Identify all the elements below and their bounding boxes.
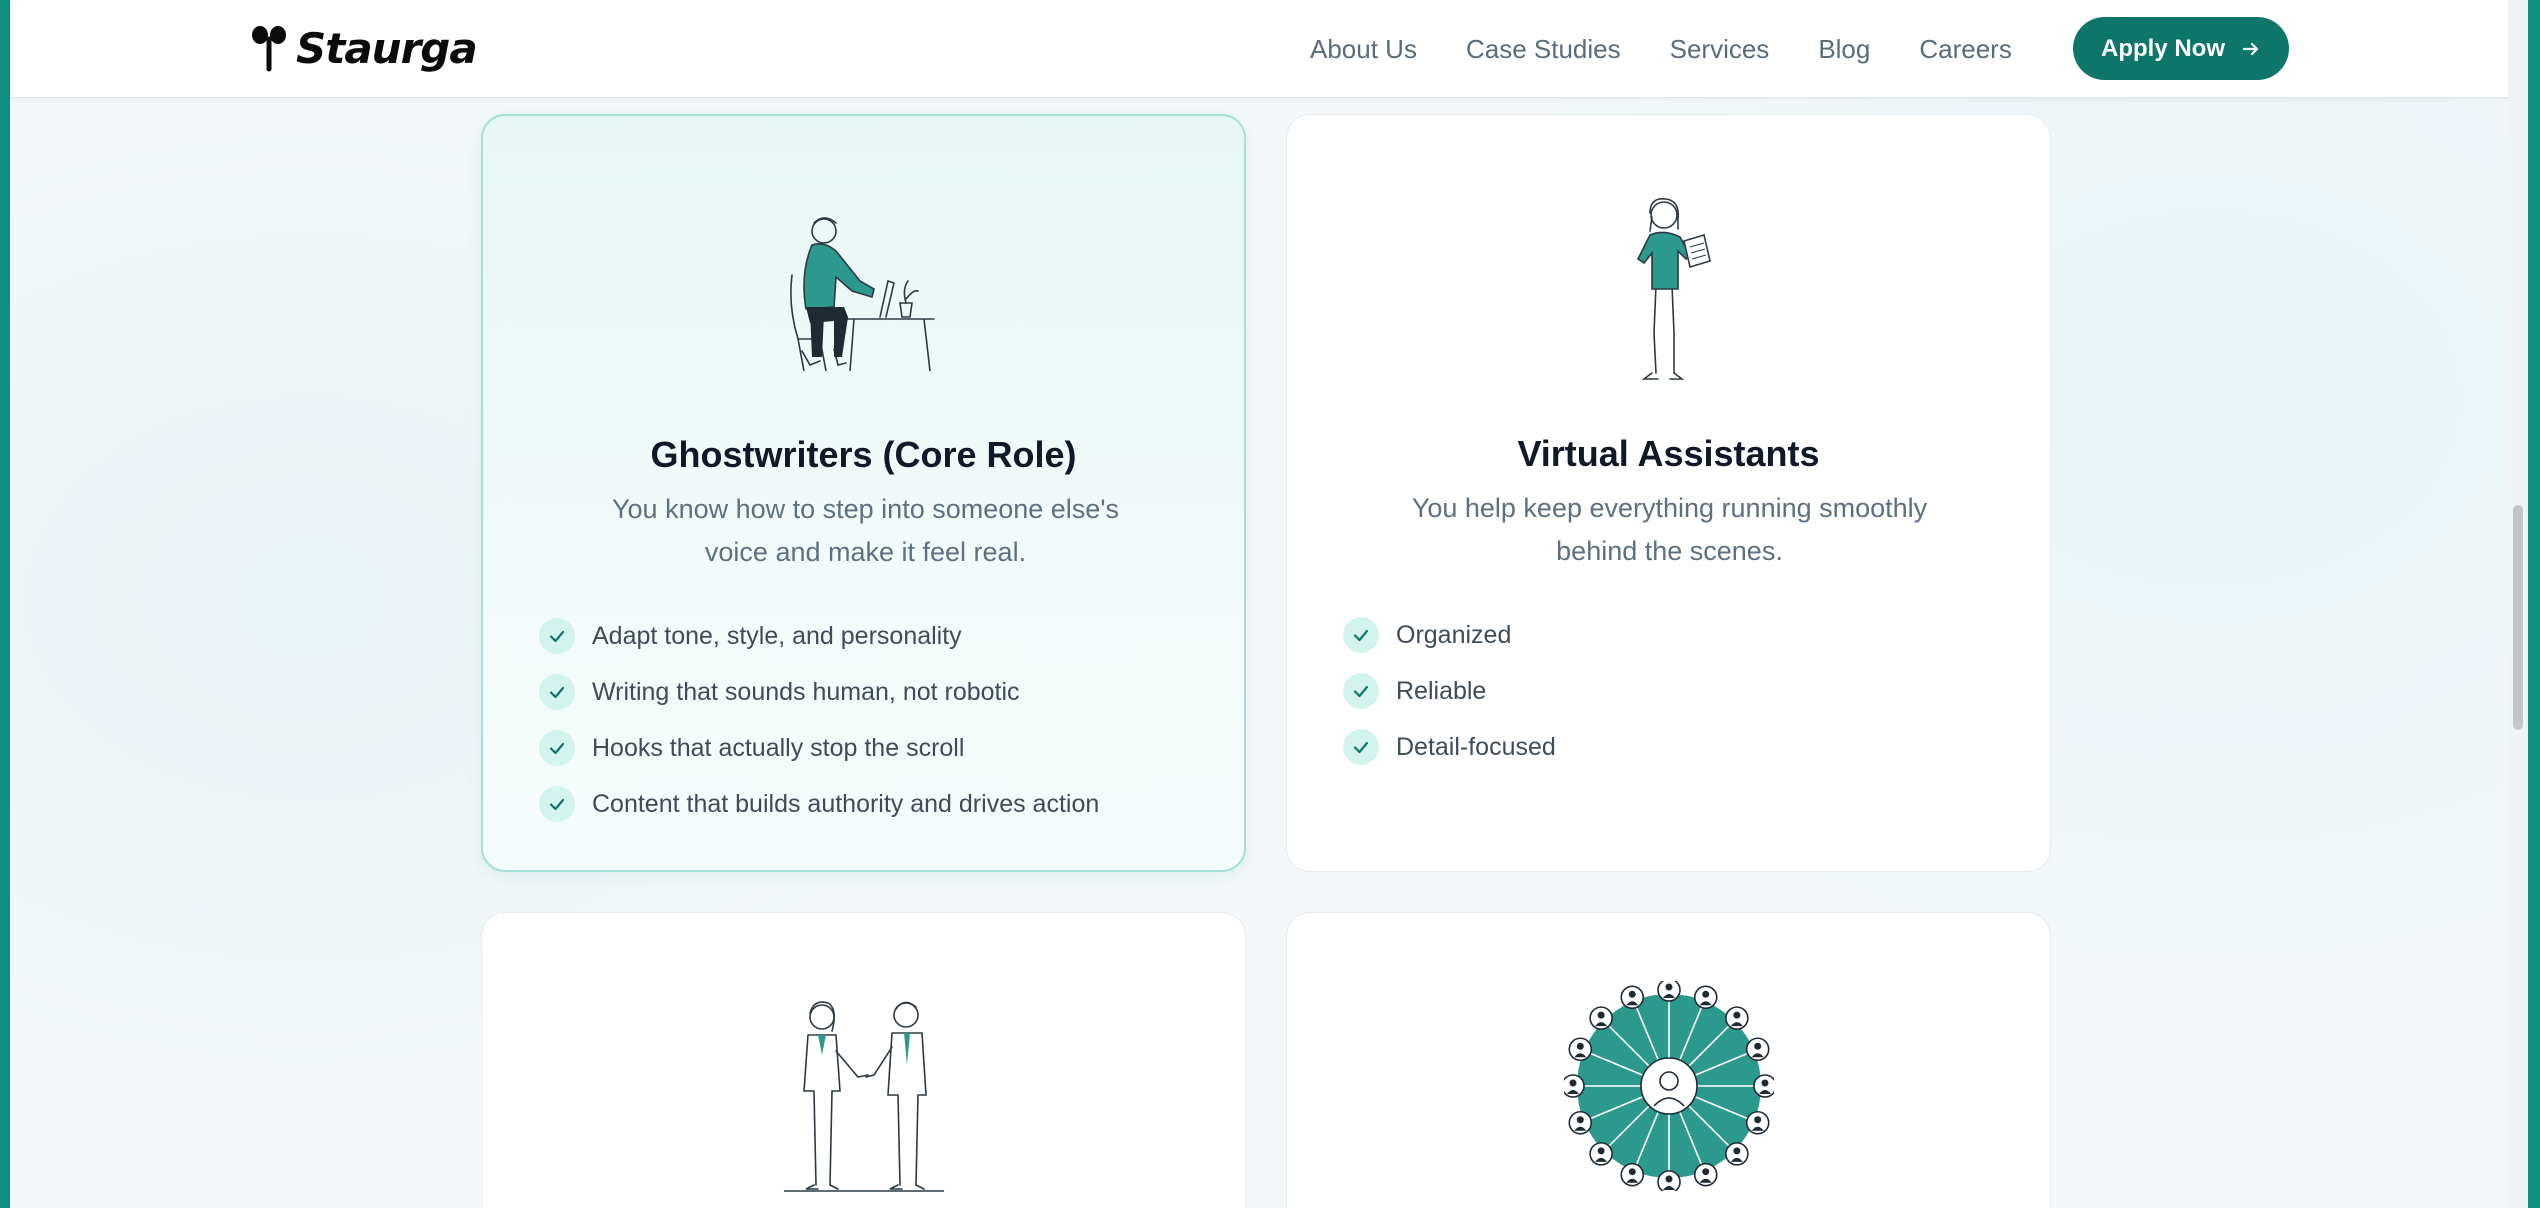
woman-with-clipboard-illustration (1636, 197, 1711, 380)
feature-list: Adapt tone, style, and personality Writi… (539, 608, 1099, 832)
feature-text: Adapt tone, style, and personality (592, 621, 962, 650)
card-title: Virtual Assistants (1517, 433, 1820, 474)
role-card-handshake[interactable] (481, 912, 1246, 1208)
network-node-icon (1563, 1074, 1585, 1098)
check-icon (539, 618, 575, 654)
network-node-icon (1745, 1037, 1769, 1062)
handshake-illustration (783, 1001, 944, 1192)
network-node-icon (1568, 1110, 1592, 1135)
network-node-icon (1588, 1142, 1613, 1166)
card-description-line: voice and make it feel real. (704, 537, 1027, 567)
card-description-line: You know how to step into someone else's (612, 494, 1119, 524)
nav-services[interactable]: Services (1670, 34, 1770, 65)
network-node-icon (1619, 1162, 1644, 1187)
network-node-icon (1724, 1006, 1749, 1030)
check-icon (1343, 729, 1379, 765)
feature-text: Hooks that actually stop the scroll (592, 733, 965, 762)
apply-now-button[interactable]: Apply Now (2073, 17, 2289, 80)
feature-item: Adapt tone, style, and personality (539, 608, 1099, 664)
scrollbar-thumb[interactable] (2513, 505, 2523, 730)
page-background (10, 98, 2508, 1208)
network-node-icon (1656, 1170, 1681, 1191)
check-icon (1343, 673, 1379, 709)
card-description-line: You help keep everything running smoothl… (1411, 493, 1928, 523)
card-title: Ghostwriters (Core Role) (650, 434, 1077, 475)
feature-item: Writing that sounds human, not robotic (539, 664, 1099, 720)
arrow-right-icon (2242, 42, 2259, 55)
nav-blog[interactable]: Blog (1818, 34, 1870, 65)
nav-careers[interactable]: Careers (1919, 34, 2011, 65)
person-at-desk-illustration (789, 217, 935, 371)
feature-text: Content that builds authority and drives… (592, 789, 1100, 818)
feature-text: Detail-focused (1396, 732, 1556, 761)
nav-case-studies[interactable]: Case Studies (1466, 34, 1621, 65)
check-icon (1343, 617, 1379, 653)
role-card-virtual-assistants[interactable]: Virtual Assistants You help keep everyth… (1286, 114, 2051, 872)
role-card-network[interactable] (1286, 912, 2051, 1208)
window-frame-right (2528, 0, 2540, 1208)
apply-now-label: Apply Now (2101, 34, 2225, 62)
card-description: You help keep everything running smoothl… (1387, 487, 1952, 573)
card-description-line: behind the scenes. (1556, 536, 1783, 566)
check-icon (539, 730, 575, 766)
network-node-icon (1724, 1142, 1749, 1166)
network-circle-illustration (1563, 981, 1774, 1191)
check-icon (539, 786, 575, 822)
feature-item: Detail-focused (1343, 719, 1556, 775)
feature-list: Organized Reliable Detail-focused (1343, 607, 1556, 775)
network-node-icon (1656, 981, 1681, 1002)
logo-mark-icon (252, 26, 286, 72)
network-node-icon (1745, 1110, 1769, 1135)
feature-item: Hooks that actually stop the scroll (539, 720, 1099, 776)
role-card-ghostwriters[interactable]: Ghostwriters (Core Role) You know how to… (481, 114, 1246, 872)
card-description: You know how to step into someone else's… (583, 488, 1148, 574)
feature-item: Reliable (1343, 663, 1556, 719)
network-node-icon (1752, 1074, 1774, 1098)
network-node-icon (1568, 1037, 1592, 1062)
network-node-icon (1619, 985, 1644, 1010)
feature-item: Organized (1343, 607, 1556, 663)
network-node-icon (1588, 1006, 1613, 1030)
nav-about-us[interactable]: About Us (1310, 34, 1417, 65)
feature-item: Content that builds authority and drives… (539, 776, 1099, 832)
main-nav: About Us Case Studies Services Blog Care… (1310, 0, 2061, 98)
check-icon (539, 674, 575, 710)
scrollbar[interactable] (2508, 0, 2528, 1208)
logo[interactable]: Staurga (250, 22, 478, 74)
window-frame-left (0, 0, 10, 1208)
feature-text: Writing that sounds human, not robotic (592, 677, 1020, 706)
logo-text: Staurga (296, 23, 478, 73)
site-header: Staurga About Us Case Studies Services B… (10, 0, 2508, 98)
feature-text: Organized (1396, 620, 1512, 649)
feature-text: Reliable (1396, 676, 1487, 705)
network-node-icon (1693, 1162, 1718, 1187)
network-node-icon (1693, 985, 1718, 1010)
